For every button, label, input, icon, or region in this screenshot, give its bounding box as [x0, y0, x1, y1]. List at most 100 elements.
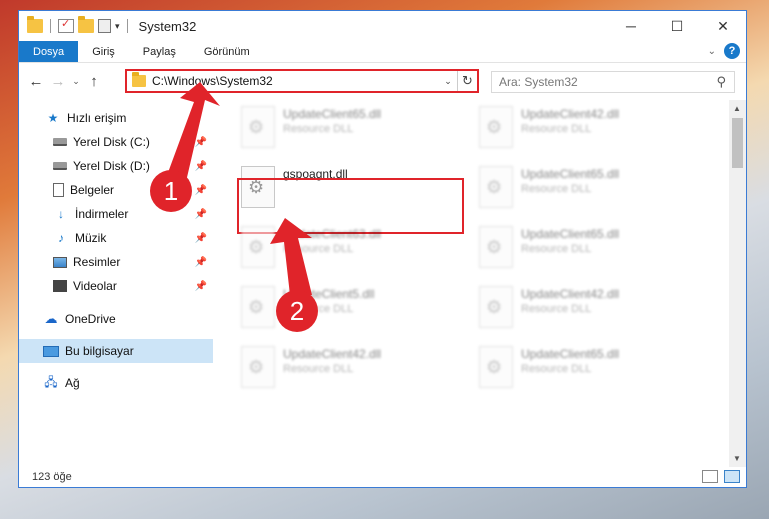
sidebar-item-pictures[interactable]: Resimler 📌	[19, 250, 213, 274]
file-item[interactable]: UpdateClient65.dll Resource DLL	[479, 166, 709, 218]
content-area: ★ Hızlı erişim Yerel Disk (C:) 📌 Yerel D…	[19, 100, 746, 467]
dll-file-icon	[479, 286, 513, 328]
toolbar-divider	[50, 19, 51, 33]
view-switcher	[702, 470, 740, 483]
file-item[interactable]: UpdateClient65.dll Resource DLL	[241, 106, 471, 158]
tiles-view-icon[interactable]	[724, 470, 740, 483]
dll-file-icon	[479, 106, 513, 148]
sidebar-item-this-pc[interactable]: Bu bilgisayar	[19, 339, 213, 363]
file-type: Resource DLL	[521, 183, 592, 195]
properties-check-icon[interactable]	[58, 17, 74, 33]
pin-icon[interactable]: 📌	[195, 209, 207, 220]
drive-icon	[53, 138, 67, 146]
up-button[interactable]: ↑	[83, 73, 105, 90]
status-bar: 123 öğe	[19, 467, 746, 487]
window-controls: ─ ☐ ✕	[608, 11, 746, 41]
tab-home[interactable]: Giriş	[78, 41, 129, 62]
maximize-button[interactable]: ☐	[654, 11, 700, 41]
sidebar-item-music[interactable]: ♪ Müzik 📌	[19, 226, 213, 250]
expand-ribbon-icon[interactable]: ⌄	[708, 46, 716, 57]
sidebar-item-label: Belgeler	[70, 183, 115, 197]
file-type: Resource DLL	[521, 363, 592, 375]
file-name: UpdateClient65.dll	[521, 347, 620, 361]
this-pc-icon	[43, 345, 59, 357]
pin-icon[interactable]: 📌	[195, 281, 207, 292]
minimize-button[interactable]: ─	[608, 11, 654, 41]
qat-dropdown-icon[interactable]: ▾	[115, 21, 120, 32]
file-type: Resource DLL	[283, 363, 354, 375]
details-view-icon[interactable]	[702, 470, 718, 483]
file-item[interactable]: UpdateClient42.dll Resource DLL	[479, 106, 709, 158]
customize-icon[interactable]	[98, 19, 111, 33]
downloads-icon: ↓	[58, 207, 64, 221]
forward-button[interactable]: →	[47, 73, 69, 90]
help-icon[interactable]: ?	[724, 43, 740, 59]
file-type: Resource DLL	[283, 243, 354, 255]
pin-icon[interactable]: 📌	[195, 257, 207, 268]
step-2-badge: 2	[276, 290, 318, 332]
file-item[interactable]: UpdateClient42.dll Resource DLL	[479, 286, 709, 338]
vertical-scrollbar[interactable]: ▲ ▼	[729, 100, 746, 467]
dll-file-icon	[241, 286, 275, 328]
dll-file-icon	[241, 346, 275, 388]
file-name: UpdateClient65.dll	[521, 167, 620, 181]
navigation-bar: ← → ⌄ ↑ C:\Windows\System32 ⌄ ↻ Ara: Sys…	[19, 63, 746, 99]
pin-icon[interactable]: 📌	[195, 137, 207, 148]
file-name: UpdateClient65.dll	[283, 107, 382, 121]
sidebar-item-videos[interactable]: Videolar 📌	[19, 274, 213, 298]
sidebar-item-label: Bu bilgisayar	[65, 344, 134, 358]
tab-file[interactable]: Dosya	[19, 41, 79, 62]
sidebar-item-quick-access[interactable]: ★ Hızlı erişim	[19, 106, 213, 130]
sidebar-item-label: Ağ	[65, 376, 80, 390]
file-item[interactable]: UpdateClient42.dll Resource DLL	[241, 346, 471, 398]
dll-file-icon	[479, 166, 513, 208]
file-item[interactable]: UpdateClient65.dll Resource DLL	[479, 226, 709, 278]
sidebar-item-local-disk-c[interactable]: Yerel Disk (C:) 📌	[19, 130, 213, 154]
quick-access-toolbar: ▾	[19, 16, 131, 33]
step-1-badge: 1	[150, 170, 192, 212]
search-icon[interactable]: ⚲	[716, 74, 726, 90]
back-button[interactable]: ←	[25, 73, 47, 90]
tab-share[interactable]: Paylaş	[129, 41, 190, 62]
address-path[interactable]: C:\Windows\System32	[152, 74, 439, 88]
drive-icon	[53, 162, 67, 170]
toolbar-divider	[126, 19, 128, 33]
scroll-down-icon[interactable]: ▼	[733, 454, 741, 463]
search-input[interactable]: Ara: System32 ⚲	[491, 71, 735, 93]
title-bar: ▾ System32 ─ ☐ ✕	[19, 11, 746, 41]
sidebar-item-label: Yerel Disk (C:)	[73, 135, 150, 149]
file-item[interactable]: UpdateClient65.dll Resource DLL	[479, 346, 709, 398]
sidebar-item-label: Yerel Disk (D:)	[73, 159, 150, 173]
sidebar-item-label: Hızlı erişim	[67, 111, 127, 125]
folder-icon	[132, 72, 146, 87]
documents-icon	[53, 183, 64, 197]
address-bar[interactable]: C:\Windows\System32 ⌄ ↻	[125, 69, 479, 93]
dll-file-icon	[479, 346, 513, 388]
sidebar-item-label: Videolar	[73, 279, 117, 293]
address-dropdown-icon[interactable]: ⌄	[439, 76, 457, 87]
tab-view[interactable]: Görünüm	[190, 41, 264, 62]
recent-locations-button[interactable]: ⌄	[69, 76, 83, 87]
pin-icon[interactable]: 📌	[195, 161, 207, 172]
ribbon-controls: ⌄ ?	[708, 43, 740, 59]
sidebar-item-network[interactable]: 🖧 Ağ	[19, 371, 213, 395]
scroll-thumb[interactable]	[732, 118, 743, 168]
file-type: Resource DLL	[521, 243, 592, 255]
scroll-up-icon[interactable]: ▲	[733, 104, 741, 113]
star-icon: ★	[47, 111, 59, 125]
sidebar-item-label: OneDrive	[65, 312, 116, 326]
dll-file-icon	[479, 226, 513, 268]
sidebar-item-label: Müzik	[75, 231, 107, 245]
sidebar-item-onedrive[interactable]: ☁ OneDrive	[19, 307, 213, 331]
network-icon: 🖧	[44, 374, 58, 389]
pin-icon[interactable]: 📌	[195, 233, 207, 244]
file-item[interactable]: UpdateClient63.dll Resource DLL	[241, 226, 471, 278]
new-folder-icon[interactable]	[78, 16, 94, 33]
refresh-button[interactable]: ↻	[457, 71, 477, 91]
file-name: UpdateClient42.dll	[521, 107, 620, 121]
videos-icon	[53, 280, 67, 292]
file-name: UpdateClient65.dll	[521, 227, 620, 241]
close-button[interactable]: ✕	[700, 11, 746, 41]
pin-icon[interactable]: 📌	[195, 185, 207, 196]
dll-file-icon	[241, 226, 275, 268]
